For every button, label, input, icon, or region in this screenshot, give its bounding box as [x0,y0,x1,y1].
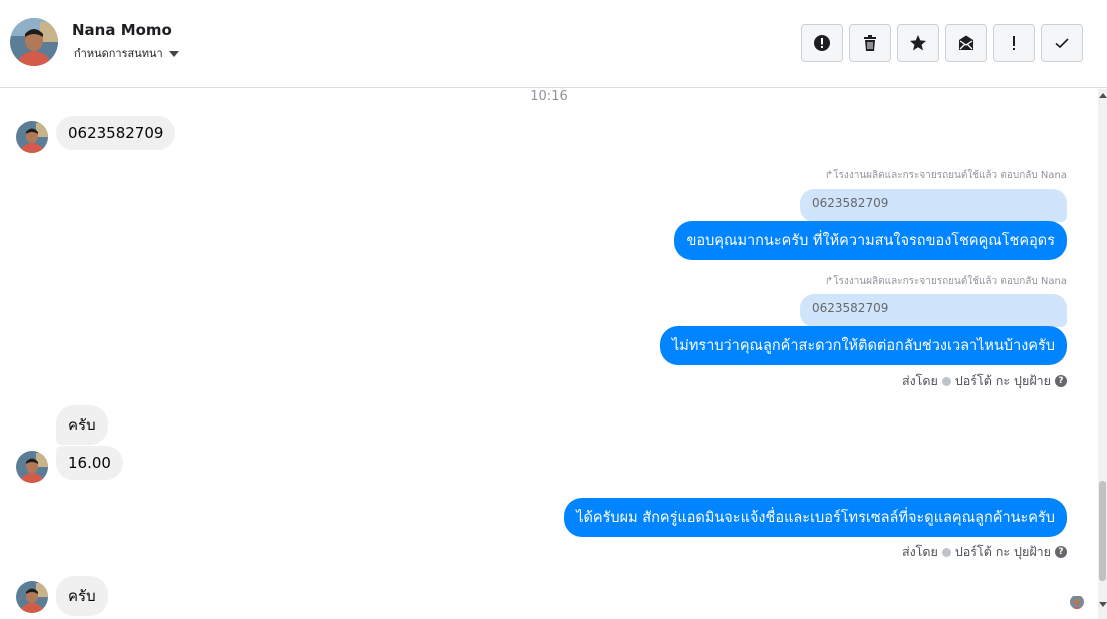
message-thread[interactable]: 10:16 0623582709 ↱โรงงานผลิตและกระจายรถย… [0,89,1098,619]
quoted-message[interactable]: 0623582709 [800,189,1067,222]
reply-context: ↱โรงงานผลิตและกระจายรถยนต์ใช้แล้ว ตอบกลั… [824,170,1067,181]
conversation-actions [801,24,1083,62]
caret-down-icon [168,50,179,57]
sender-avatar[interactable] [16,121,48,153]
assign-label: กำหนดการสนทนา [74,47,163,60]
trash-icon [864,35,876,51]
spam-button[interactable] [801,24,843,62]
assign-conversation-dropdown[interactable]: กำหนดการสนทนา [74,44,179,62]
outgoing-message[interactable]: ขอบคุณมากนะครับ ที่ให้ความสนใจรถของโชคคู… [674,221,1067,260]
help-icon[interactable]: ? [1055,375,1067,387]
scroll-up-icon[interactable] [1099,93,1107,98]
reply-arrow-icon: ↱ [824,170,834,181]
delete-button[interactable] [849,24,891,62]
incoming-message[interactable]: ครับ [56,405,108,445]
important-button[interactable] [993,24,1035,62]
help-icon[interactable]: ? [1055,546,1067,558]
star-icon [910,35,926,51]
mark-unread-button[interactable] [945,24,987,62]
incoming-message[interactable]: ครับ [56,576,108,616]
check-icon [1055,38,1069,49]
incoming-message[interactable]: 0623582709 [56,116,176,150]
contact-avatar[interactable] [10,18,58,66]
star-button[interactable] [897,24,939,62]
alert-circle-icon [814,35,830,51]
seen-avatar [1070,595,1084,609]
done-button[interactable] [1041,24,1083,62]
conversation-header: Nana Momo กำหนดการสนทนา [0,0,1107,88]
scroll-thumb[interactable] [1099,481,1106,581]
sent-by-info: ส่งโดย ปอร์โต้ กะ ปุยฝ้าย ? [902,542,1067,562]
sender-avatar[interactable] [16,451,48,483]
sender-avatar[interactable] [16,581,48,613]
outgoing-message[interactable]: ไม่ทราบว่าคุณลูกค้าสะดวกให้ติดต่อกลับช่ว… [660,326,1067,365]
reply-arrow-icon: ↱ [824,276,834,287]
quoted-message[interactable]: 0623582709 [800,294,1067,327]
scroll-down-icon[interactable] [1099,602,1107,607]
exclamation-icon [1013,36,1015,50]
verified-icon [941,547,951,557]
reply-context: ↱โรงงานผลิตและกระจายรถยนต์ใช้แล้ว ตอบกลั… [824,276,1067,287]
verified-icon [941,376,951,386]
sent-by-info: ส่งโดย ปอร์โต้ กะ ปุยฝ้าย ? [902,371,1067,391]
envelope-icon [959,35,973,50]
outgoing-message[interactable]: ได้ครับผม สักครู่แอดมินจะแจ้งชื่อและเบอร… [564,498,1067,537]
incoming-message[interactable]: 16.00 [56,446,123,480]
contact-name: Nana Momo [72,21,172,39]
thread-scrollbar[interactable] [1098,89,1107,619]
message-timestamp: 10:16 [530,89,568,104]
